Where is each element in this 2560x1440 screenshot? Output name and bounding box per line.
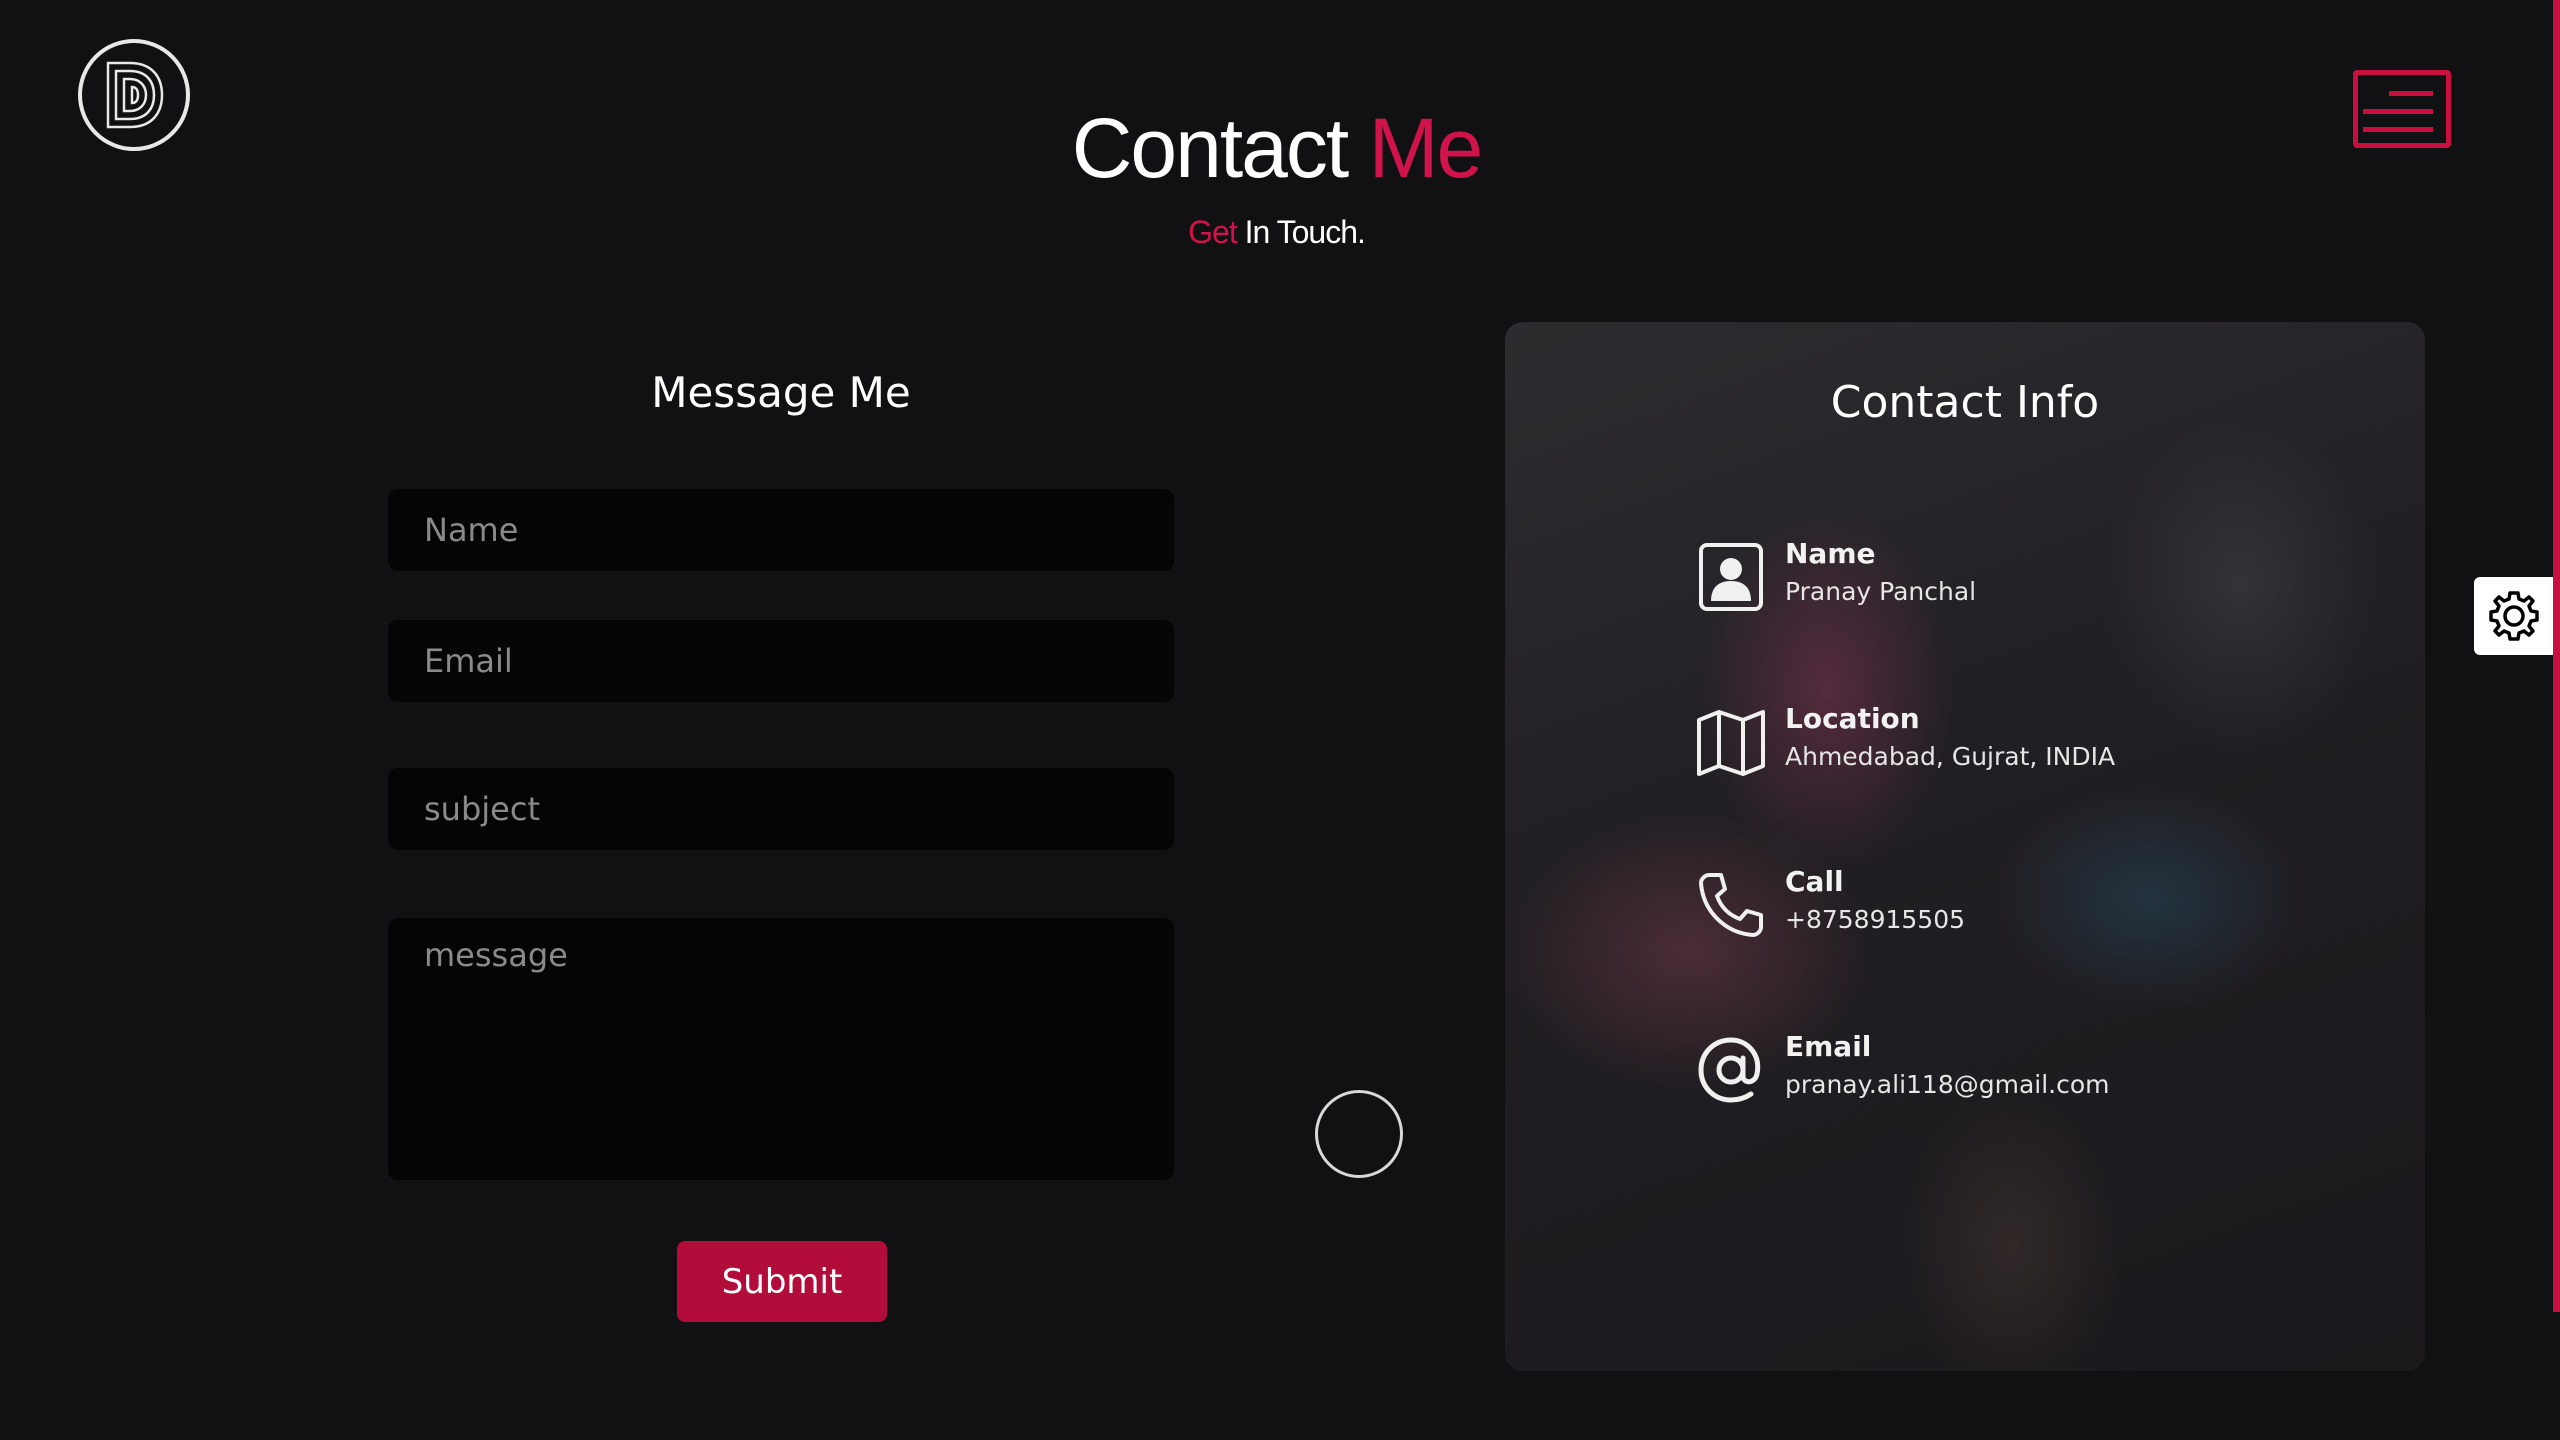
contact-info-card: Contact Info Name Pranay Panchal Locatio…	[1505, 322, 2425, 1371]
page-title: Contact Me	[0, 100, 2553, 197]
contact-item-value: +8758915505	[1785, 905, 1966, 934]
page-subtitle-rest: In Touch.	[1244, 214, 1366, 250]
contact-item-label: Location	[1785, 702, 1920, 735]
form-title: Message Me	[651, 368, 911, 417]
phone-icon	[1695, 869, 1767, 941]
contact-page: Contact Me Get In Touch. Message Me Subm…	[0, 0, 2560, 1440]
contact-item-value: Ahmedabad, Gujrat, INDIA	[1785, 742, 2116, 771]
user-icon	[1695, 541, 1767, 613]
contact-item-email: Email pranay.ali118@gmail.com	[1695, 1030, 2255, 1120]
subject-input[interactable]	[388, 768, 1174, 850]
contact-item-value: pranay.ali118@gmail.com	[1785, 1070, 2110, 1099]
contact-item-label: Email	[1785, 1030, 1872, 1063]
name-input[interactable]	[388, 489, 1174, 571]
contact-item-value: Pranay Panchal	[1785, 577, 1977, 606]
settings-button[interactable]	[2474, 577, 2554, 655]
at-sign-icon	[1695, 1034, 1767, 1106]
submit-button[interactable]: Submit	[677, 1241, 887, 1322]
message-textarea[interactable]	[388, 918, 1174, 1180]
contact-item-location: Location Ahmedabad, Gujrat, INDIA	[1695, 702, 2255, 792]
scroll-progress-bar	[2553, 0, 2560, 1312]
page-subtitle-accent: Get	[1188, 214, 1238, 250]
map-icon	[1695, 706, 1767, 778]
contact-item-label: Call	[1785, 865, 1844, 898]
cursor-ring	[1315, 1090, 1403, 1178]
email-input[interactable]	[388, 620, 1174, 702]
page-title-accent: Me	[1368, 101, 1484, 195]
page-title-main: Contact	[1071, 101, 1349, 195]
menu-line	[2389, 91, 2433, 96]
gear-icon	[2489, 591, 2539, 641]
contact-item-label: Name	[1785, 537, 1876, 570]
contact-info-title: Contact Info	[1830, 377, 2100, 428]
contact-item-call: Call +8758915505	[1695, 865, 2255, 955]
contact-item-name: Name Pranay Panchal	[1695, 537, 2255, 627]
page-subtitle: Get In Touch.	[0, 214, 2553, 251]
